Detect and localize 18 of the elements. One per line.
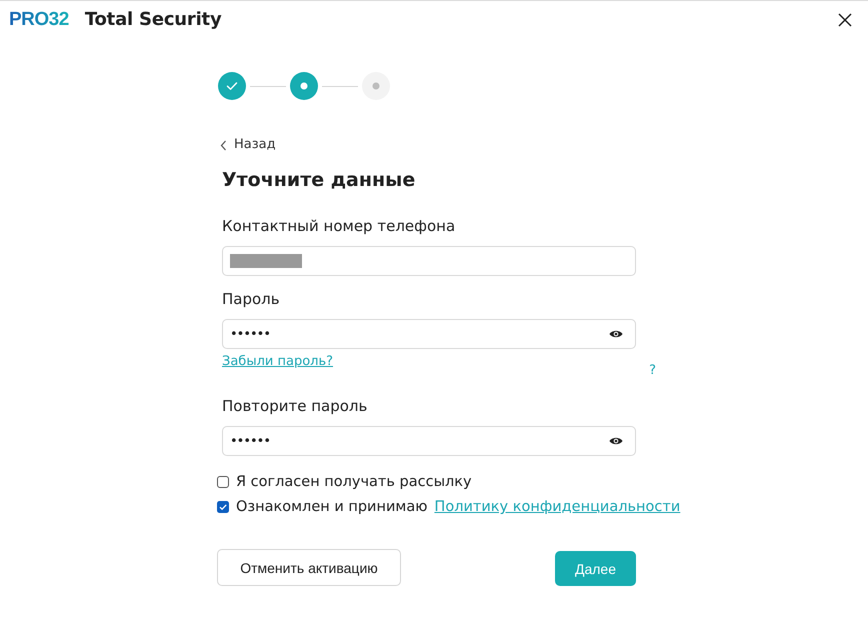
checkbox-label: Ознакомлен и принимаю (236, 499, 428, 515)
back-link[interactable]: Назад (220, 137, 276, 153)
password-field[interactable]: •••••• (222, 319, 636, 349)
field-label: Пароль (222, 289, 280, 309)
field-label: Контактный номер телефона (222, 216, 456, 236)
app-title: Total Security (84, 8, 222, 30)
eye-icon[interactable] (609, 329, 623, 339)
checkbox[interactable] (217, 501, 229, 513)
field-label: Повторите пароль (222, 396, 368, 416)
checkbox[interactable] (217, 476, 229, 488)
eye-icon[interactable] (609, 436, 623, 446)
chevron-left-icon (220, 140, 227, 150)
password-field[interactable]: •••••• (222, 426, 636, 456)
close-icon[interactable] (838, 12, 852, 26)
phone-field[interactable] (222, 246, 636, 276)
page-heading: Уточните данные (222, 168, 416, 193)
cancel-activation-button[interactable]: Отменить активацию (217, 549, 401, 586)
checkbox-label: Я согласен получать рассылку (236, 474, 472, 490)
